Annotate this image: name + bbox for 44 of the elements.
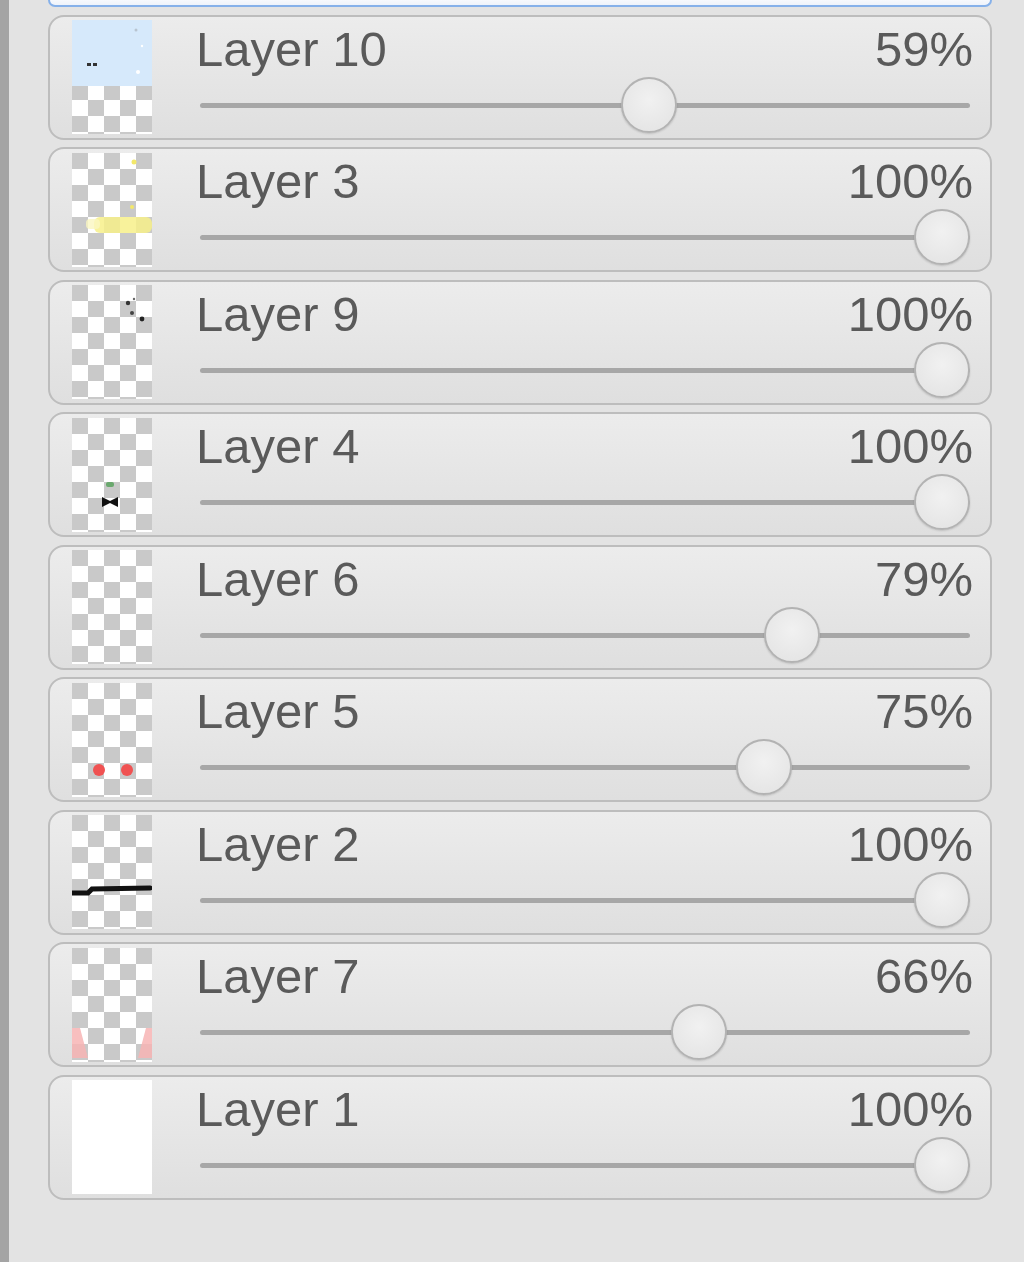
opacity-value: 66% <box>874 948 973 1004</box>
layer-row[interactable]: Layer 9 100% <box>48 279 992 405</box>
slider-thumb[interactable] <box>914 474 970 530</box>
layer-name: Layer 5 <box>196 683 360 739</box>
slider-thumb[interactable] <box>914 1136 970 1193</box>
slider-thumb[interactable] <box>671 1004 728 1060</box>
layer-row[interactable] <box>48 0 992 7</box>
slider-thumb[interactable] <box>914 209 970 265</box>
opacity-value: 75% <box>874 683 973 739</box>
slider-thumb[interactable] <box>914 871 970 928</box>
opacity-value: 100% <box>847 418 973 474</box>
opacity-slider[interactable] <box>200 606 970 663</box>
layer-name: Layer 3 <box>196 153 360 209</box>
opacity-slider[interactable] <box>200 871 970 928</box>
opacity-value: 100% <box>847 1080 973 1137</box>
opacity-value: 59% <box>874 20 973 77</box>
layer-name: Layer 4 <box>196 418 360 474</box>
opacity-slider[interactable] <box>200 1136 970 1193</box>
layer-name: Layer 10 <box>196 20 387 77</box>
opacity-slider[interactable] <box>200 739 970 795</box>
opacity-value: 79% <box>874 550 973 607</box>
slider-thumb[interactable] <box>914 341 970 398</box>
layer-name: Layer 2 <box>196 815 360 872</box>
slider-thumb[interactable] <box>735 739 792 795</box>
layer-row[interactable]: Layer 1 100% <box>48 1074 992 1200</box>
layer-row[interactable]: Layer 6 79% <box>48 544 992 670</box>
opacity-value: 100% <box>847 153 973 209</box>
opacity-slider[interactable] <box>200 209 970 265</box>
opacity-value: 100% <box>847 285 973 342</box>
opacity-slider[interactable] <box>200 1004 970 1060</box>
layer-name: Layer 7 <box>196 948 360 1004</box>
layer-name: Layer 1 <box>196 1080 360 1137</box>
opacity-value: 100% <box>847 815 973 872</box>
layer-name: Layer 6 <box>196 550 360 607</box>
layer-name: Layer 9 <box>196 285 360 342</box>
layer-row[interactable]: Layer 5 75% <box>48 677 992 802</box>
layer-row[interactable]: Layer 7 66% <box>48 942 992 1067</box>
layer-row[interactable]: Layer 10 59% <box>48 14 992 140</box>
layer-row[interactable]: Layer 3 100% <box>48 147 992 272</box>
opacity-slider[interactable] <box>200 474 970 530</box>
layer-row[interactable]: Layer 4 100% <box>48 412 992 537</box>
opacity-slider[interactable] <box>200 341 970 398</box>
layer-row[interactable]: Layer 2 100% <box>48 809 992 935</box>
opacity-slider[interactable] <box>200 76 970 133</box>
